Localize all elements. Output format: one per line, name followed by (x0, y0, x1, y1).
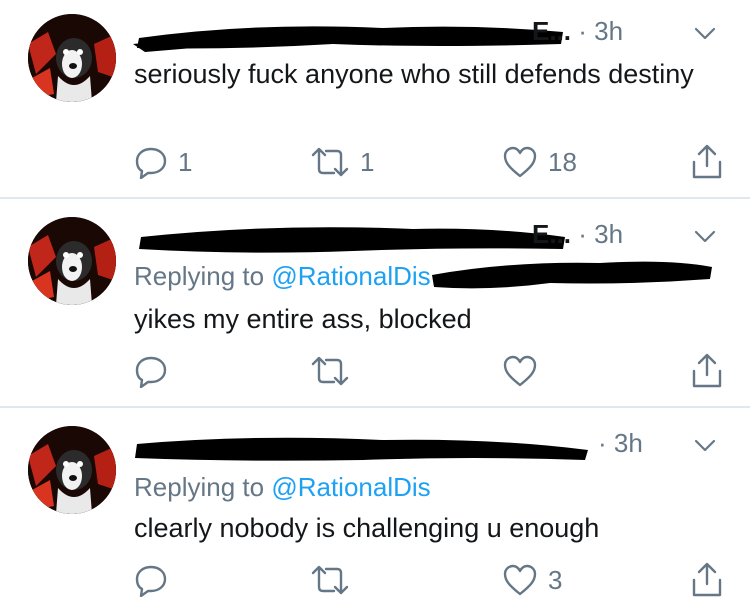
tweet-actions (134, 351, 724, 391)
avatar[interactable] (28, 217, 116, 305)
retweet-icon (311, 356, 349, 386)
tweet-actions: 1 1 18 (134, 142, 724, 182)
tweet-text: seriously fuck anyone who still defends … (134, 59, 694, 89)
retweet-button[interactable] (310, 560, 360, 600)
reply-button[interactable] (134, 560, 178, 600)
reply-icon (135, 565, 167, 597)
chevron-down-icon[interactable] (692, 432, 718, 458)
tweet[interactable]: E... · 3h Replying to @RationalDis yikes… (0, 199, 750, 406)
heart-icon (503, 146, 537, 178)
tweet[interactable]: E... · 3h seriously fuck anyone who stil… (0, 0, 750, 197)
separator-dot: · (598, 428, 614, 458)
reply-button[interactable] (134, 351, 178, 391)
tweet-meta: · 3h (598, 428, 643, 459)
tweet-meta: E... · 3h (532, 219, 623, 250)
redacted-name (135, 437, 588, 461)
chevron-down-icon[interactable] (692, 223, 718, 249)
reply-icon (135, 147, 167, 179)
avatar-image (28, 14, 116, 102)
share-button[interactable] (690, 560, 724, 600)
separator-dot: · (578, 219, 595, 249)
redacted-name (139, 227, 565, 253)
name-suffix: E... (532, 219, 572, 249)
replying-to-label: Replying to (134, 261, 265, 291)
like-button[interactable] (502, 351, 548, 391)
timestamp[interactable]: 3h (614, 428, 643, 458)
avatar[interactable] (28, 14, 116, 102)
retweet-icon (311, 565, 349, 595)
like-button[interactable]: 18 (502, 142, 577, 182)
reply-icon (135, 356, 167, 388)
tweet-meta: E... · 3h (532, 16, 623, 47)
chevron-down-icon[interactable] (692, 20, 718, 46)
tweet[interactable]: · 3h Replying to @RationalDis clearly no… (0, 408, 750, 604)
replying-to: Replying to @RationalDis (134, 472, 431, 503)
reply-button[interactable]: 1 (134, 142, 192, 182)
share-icon (692, 144, 722, 179)
redacted-name (133, 26, 563, 52)
redacted-handles (432, 261, 712, 289)
avatar-image (28, 426, 116, 514)
share-button[interactable] (690, 142, 724, 182)
replying-to-handle[interactable]: @RationalDis (271, 472, 430, 502)
replying-to-handle[interactable]: @RationalDis (271, 261, 430, 291)
avatar[interactable] (28, 426, 116, 514)
retweet-icon (311, 147, 349, 177)
heart-icon (503, 564, 537, 596)
separator-dot: · (578, 16, 595, 46)
name-suffix: E... (532, 16, 572, 46)
replying-to: Replying to @RationalDis (134, 261, 431, 292)
timestamp[interactable]: 3h (594, 16, 623, 46)
retweet-button[interactable] (310, 351, 360, 391)
reply-count: 1 (178, 146, 193, 177)
retweet-button[interactable]: 1 (310, 142, 374, 182)
tweet-actions: 3 (134, 560, 724, 600)
replying-to-label: Replying to (134, 472, 265, 502)
like-button[interactable]: 3 (502, 560, 562, 600)
share-icon (692, 353, 722, 388)
like-count: 18 (548, 146, 577, 177)
avatar-image (28, 217, 116, 305)
retweet-count: 1 (360, 146, 375, 177)
like-count: 3 (548, 564, 563, 595)
tweet-text: clearly nobody is challenging u enough (134, 513, 600, 543)
share-button[interactable] (690, 351, 724, 391)
share-icon (692, 562, 722, 597)
timestamp[interactable]: 3h (594, 219, 623, 249)
heart-icon (503, 355, 537, 387)
tweet-text: yikes my entire ass, blocked (134, 304, 472, 334)
